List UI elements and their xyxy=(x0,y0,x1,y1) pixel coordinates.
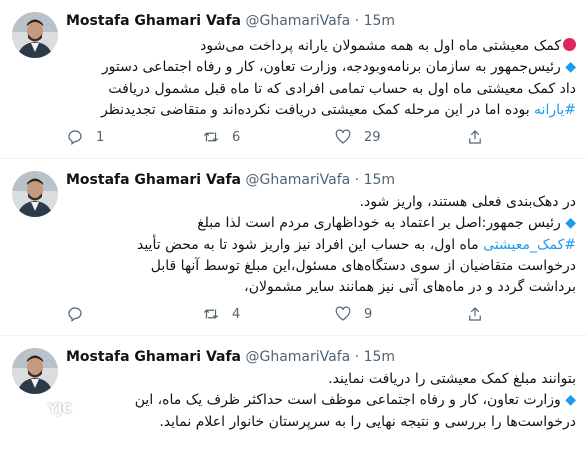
heart-icon xyxy=(335,129,351,144)
tweet-header: Mostafa Ghamari Vafa @GhamariVafa · 15m xyxy=(66,349,395,365)
like-button[interactable]: 29 xyxy=(334,128,381,146)
author-name[interactable]: Mostafa Ghamari Vafa xyxy=(66,13,241,29)
reply-button[interactable]: 1 xyxy=(66,128,104,146)
retweet-icon xyxy=(203,309,219,319)
tweet-line: وزارت تعاون، کار و رفاه اجتماعی موظف است… xyxy=(134,392,561,409)
author-handle[interactable]: @GhamariVafa xyxy=(245,349,350,365)
tweet-line: بتوانند مبلغ کمک معیشتی را دریافت نمایند… xyxy=(328,371,576,387)
tweet-line: برداشت گردد و در ماه‌های آتی نیز همانند … xyxy=(244,279,576,296)
avatar-image xyxy=(12,12,58,58)
tweet-line: رئیس‌جمهور به سازمان برنامه‌وبودجه، وزار… xyxy=(101,59,561,76)
tweet-line: کمک معیشتی ماه اول به همه مشمولان یارانه… xyxy=(200,38,561,54)
like-count: 29 xyxy=(364,129,381,145)
yjc-logo-icon xyxy=(20,398,42,420)
author-avatar[interactable] xyxy=(12,348,58,394)
yjc-watermark: YJC xyxy=(20,398,72,420)
diamond-icon: ◆ xyxy=(565,215,576,232)
tweet-line: بوده اما در این مرحله کمک معیشتی دریافت … xyxy=(101,101,530,118)
tweet-1[interactable]: Mostafa Ghamari Vafa @GhamariVafa · 15m … xyxy=(0,0,587,158)
hashtag-link[interactable]: #کمک_معیشتی xyxy=(483,237,576,253)
tweet-header: Mostafa Ghamari Vafa @GhamariVafa · 15m xyxy=(66,172,395,188)
diamond-icon: ◆ xyxy=(565,59,576,76)
share-icon xyxy=(469,307,481,321)
diamond-icon: ◆ xyxy=(565,392,576,409)
like-button[interactable]: 9 xyxy=(334,305,372,323)
tweet-line: درخواست‌ها را بررسی و نتیجه نهایی را به … xyxy=(159,413,576,430)
share-button[interactable] xyxy=(466,128,484,146)
avatar-image xyxy=(12,171,58,217)
hashtag-link[interactable]: #یارانه xyxy=(534,102,576,118)
author-avatar[interactable] xyxy=(12,12,58,58)
share-icon xyxy=(469,130,481,144)
reply-icon xyxy=(68,130,82,145)
avatar-image xyxy=(12,348,58,394)
tweet-text: کمک معیشتی ماه اول به همه مشمولان یارانه… xyxy=(66,36,576,121)
separator-dot: · xyxy=(354,349,360,365)
separator-dot: · xyxy=(354,172,360,188)
author-avatar[interactable] xyxy=(12,171,58,217)
tweet-timestamp[interactable]: 15m xyxy=(364,13,395,29)
tweet-actions: 1 6 29 xyxy=(66,128,566,150)
author-name[interactable]: Mostafa Ghamari Vafa xyxy=(66,172,241,188)
tweet-line: رئیس جمهور:اصل بر اعتماد به خوداظهاری مر… xyxy=(197,215,561,232)
separator-dot: · xyxy=(354,13,360,29)
tweet-3[interactable]: Mostafa Ghamari Vafa @GhamariVafa · 15m … xyxy=(0,336,587,475)
tweet-line: ماه اول، به حساب این افراد نیز واریز شود… xyxy=(136,236,479,253)
like-count: 9 xyxy=(364,306,373,322)
author-name[interactable]: Mostafa Ghamari Vafa xyxy=(66,349,241,365)
retweet-count: 6 xyxy=(232,129,241,145)
reply-count: 1 xyxy=(96,129,105,145)
tweet-actions: 4 9 xyxy=(66,305,566,327)
share-button[interactable] xyxy=(466,305,484,323)
tweet-timestamp[interactable]: 15m xyxy=(364,172,395,188)
tweet-line: در دهک‌بندی فعلی هستند، واریز شود. xyxy=(359,194,576,210)
tweet-line: درخواست متقاضیان از سوی دستگاه‌های مسئول… xyxy=(150,257,576,274)
heart-icon xyxy=(335,306,351,321)
tweet-text: بتوانند مبلغ کمک معیشتی را دریافت نمایند… xyxy=(66,369,576,433)
reply-icon xyxy=(68,307,82,322)
tweet-text: در دهک‌بندی فعلی هستند، واریز شود. ◆ رئی… xyxy=(66,192,576,298)
watermark-label: YJC xyxy=(48,401,72,417)
tweet-2[interactable]: Mostafa Ghamari Vafa @GhamariVafa · 15m … xyxy=(0,159,587,335)
retweet-button[interactable]: 4 xyxy=(202,305,240,323)
retweet-count: 4 xyxy=(232,306,241,322)
tweet-header: Mostafa Ghamari Vafa @GhamariVafa · 15m xyxy=(66,13,395,29)
tweet-timestamp[interactable]: 15m xyxy=(364,349,395,365)
reply-button[interactable] xyxy=(66,305,96,323)
retweet-button[interactable]: 6 xyxy=(202,128,240,146)
tweet-line: داد کمک معیشتی ماه اول به حساب تمامی افر… xyxy=(108,80,576,97)
author-handle[interactable]: @GhamariVafa xyxy=(245,172,350,188)
retweet-icon xyxy=(203,132,219,142)
red-circle-icon xyxy=(563,38,576,51)
author-handle[interactable]: @GhamariVafa xyxy=(245,13,350,29)
